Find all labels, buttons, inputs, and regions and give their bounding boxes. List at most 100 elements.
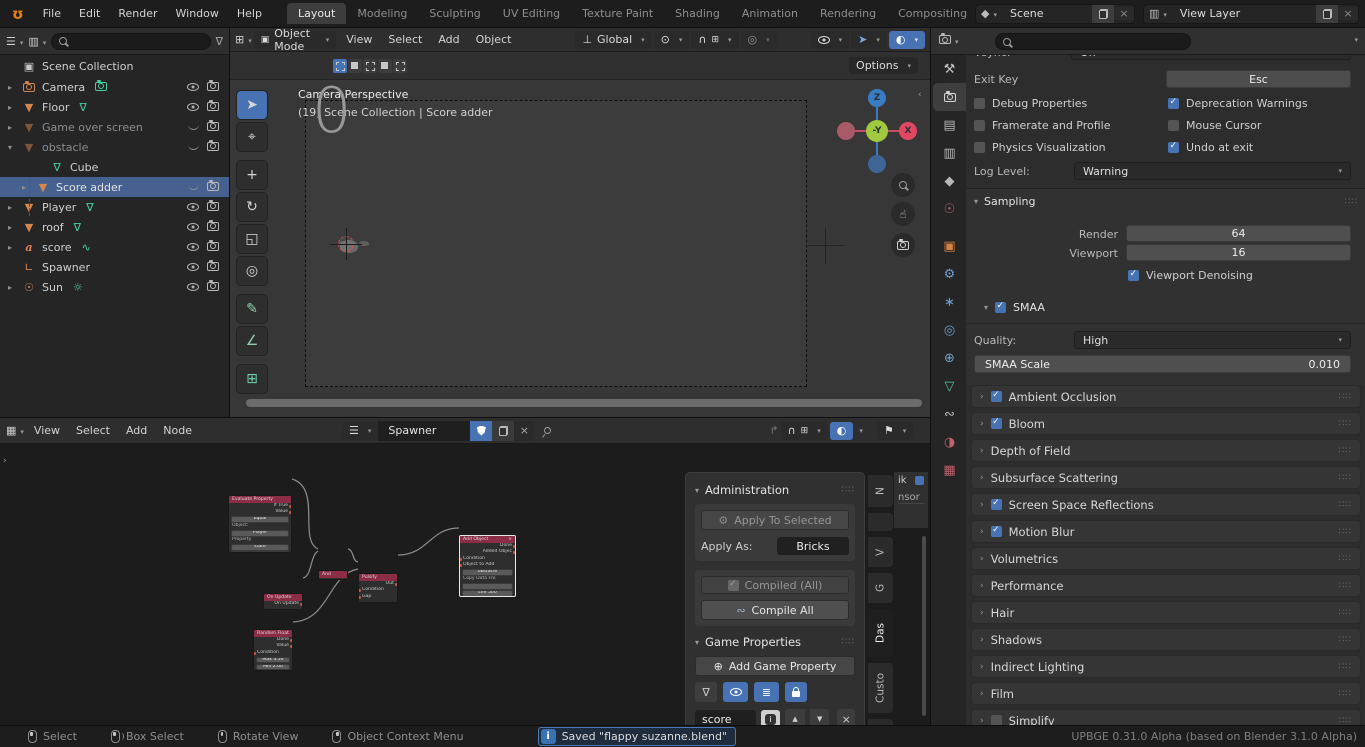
outliner-row[interactable]: ▸ ▼ Game over screen bbox=[0, 117, 229, 137]
tab-scene[interactable]: ◆ bbox=[933, 167, 966, 195]
n-panel-tab[interactable]: Das bbox=[868, 608, 894, 658]
menu-item[interactable]: Select bbox=[380, 33, 430, 46]
outliner-row[interactable]: ▸ ▼ Score adder bbox=[0, 177, 229, 197]
tab-physics[interactable]: ◎ bbox=[933, 316, 966, 344]
expander-icon[interactable]: ▸ bbox=[8, 123, 20, 132]
object-name[interactable]: Score adder bbox=[56, 181, 122, 194]
tab-texture[interactable]: ▦ bbox=[933, 456, 966, 484]
filter-icon[interactable]: ∇ bbox=[695, 682, 717, 702]
menu-item[interactable]: Select bbox=[68, 424, 118, 437]
drag-grip[interactable]: ∷∷ bbox=[1339, 635, 1352, 645]
options-dropdown[interactable]: Options▾ bbox=[849, 57, 918, 74]
checkbox-row[interactable]: Mouse Cursor bbox=[1168, 119, 1359, 132]
n-panel-tab[interactable]: V bbox=[868, 536, 894, 568]
tab-particles[interactable]: ∗ bbox=[933, 288, 966, 316]
log-level-dropdown[interactable]: Warning▾ bbox=[1074, 162, 1351, 180]
disable-render-toggle[interactable] bbox=[207, 201, 219, 214]
checkbox-row[interactable]: Framerate and Profile bbox=[974, 119, 1168, 132]
close-icon[interactable]: × bbox=[508, 536, 512, 543]
hide-viewport-toggle[interactable] bbox=[187, 203, 199, 211]
display-mode-icon[interactable]: ▥▾ bbox=[28, 35, 46, 48]
disable-render-toggle[interactable] bbox=[207, 121, 219, 134]
move[interactable]: + bbox=[236, 160, 268, 190]
drag-grip[interactable]: ∷∷ bbox=[842, 485, 855, 495]
proportional-edit-toggle[interactable]: ◎▾ bbox=[741, 31, 777, 49]
checkbox-icon[interactable] bbox=[1168, 120, 1179, 131]
editor-type-icon[interactable]: ▦▾ bbox=[6, 424, 24, 437]
outliner-row[interactable]: ▸ Camera bbox=[0, 77, 229, 97]
panel-header[interactable]: › Simplify ∷∷ bbox=[971, 709, 1361, 725]
add-game-property-button[interactable]: ⊕Add Game Property bbox=[695, 656, 855, 676]
expander-icon[interactable]: ▸ bbox=[8, 223, 20, 232]
hide-viewport-toggle[interactable] bbox=[188, 184, 199, 190]
scene-collection-row[interactable]: ▣ Scene Collection bbox=[0, 55, 229, 77]
drag-grip[interactable]: ∷∷ bbox=[1339, 446, 1352, 456]
n-panel-tab[interactable] bbox=[868, 512, 894, 532]
gizmo-neg-z-axis[interactable] bbox=[868, 155, 886, 173]
workspace-tab[interactable]: Layout bbox=[287, 3, 346, 24]
select-intersect-button[interactable] bbox=[393, 59, 407, 73]
outliner-row[interactable]: ∟ Spawner bbox=[0, 257, 229, 277]
logic-node-editor[interactable]: ▦▾ ViewSelectAddNode ☰▾ Spawner × ↱ ∩⊞▾ … bbox=[0, 417, 930, 725]
smaa-quality-dropdown[interactable]: High▾ bbox=[1074, 331, 1351, 349]
tab-object-data[interactable]: ▽ bbox=[933, 372, 966, 400]
logic-node[interactable]: Add Object× DoneAdded ObjecConditionObje… bbox=[459, 535, 516, 597]
zoom-button[interactable] bbox=[891, 173, 915, 197]
viewport-samples-field[interactable]: 16 bbox=[1126, 244, 1351, 261]
hide-viewport-toggle[interactable] bbox=[187, 243, 199, 251]
panel-header[interactable]: › Volumetrics ∷∷ bbox=[971, 547, 1361, 570]
panel-header[interactable]: › Hair ∷∷ bbox=[971, 601, 1361, 624]
workspace-tab[interactable]: Modeling bbox=[346, 3, 418, 24]
compiled-all-toggle[interactable]: Compiled (All) bbox=[701, 576, 849, 594]
smaa-subpanel-header[interactable]: ▾SMAA bbox=[984, 301, 1045, 314]
node-socket-row[interactable]: Min 2.00 bbox=[256, 664, 290, 670]
node-socket-row[interactable]: Object to Add bbox=[460, 562, 515, 568]
node-socket-row[interactable]: Max 3.50 bbox=[256, 657, 290, 663]
scrollbar[interactable] bbox=[922, 536, 926, 716]
node-tree-name[interactable]: Spawner bbox=[378, 421, 470, 441]
outliner-row[interactable]: ▸ ▼ Player ∇ bbox=[0, 197, 229, 217]
object-name[interactable]: Sun bbox=[42, 281, 63, 294]
lock-icon[interactable] bbox=[785, 682, 807, 702]
menu-item[interactable]: Node bbox=[155, 424, 200, 437]
menu-item[interactable]: Edit bbox=[70, 7, 109, 20]
expander-icon[interactable]: ▸ bbox=[8, 203, 20, 212]
object-name[interactable]: obstacle bbox=[42, 141, 88, 154]
workspace-tab[interactable]: Rendering bbox=[809, 3, 887, 24]
node-socket-row[interactable]: Player bbox=[231, 530, 289, 536]
property-name-field[interactable]: score bbox=[695, 710, 756, 726]
panel-header[interactable]: › Performance ∷∷ bbox=[971, 574, 1361, 597]
remove-view-layer-button[interactable]: × bbox=[1338, 7, 1358, 20]
add-cube[interactable]: ⊞ bbox=[236, 364, 268, 394]
pan-button[interactable]: ☝ bbox=[891, 202, 915, 226]
tab-constraints[interactable]: ⊕ bbox=[933, 344, 966, 372]
editor-type-icon[interactable]: ⊞▾ bbox=[235, 33, 252, 46]
node-socket-row[interactable]: Copy Data Fro bbox=[460, 576, 515, 582]
menu-item[interactable]: View bbox=[338, 33, 380, 46]
checkbox-row[interactable]: Physics Visualization bbox=[974, 141, 1168, 154]
drag-grip[interactable]: ∷∷ bbox=[1339, 581, 1352, 591]
object-name[interactable]: roof bbox=[42, 221, 64, 234]
panel-header[interactable]: › Bloom ∷∷ bbox=[971, 412, 1361, 435]
tweak-select[interactable]: ➤ bbox=[236, 90, 268, 120]
tab-render[interactable] bbox=[933, 83, 966, 111]
expander-icon[interactable]: ▸ bbox=[22, 183, 34, 192]
node-socket-row[interactable]: Equal bbox=[231, 516, 289, 522]
disable-render-toggle[interactable] bbox=[207, 141, 219, 154]
show-properties-eye-icon[interactable] bbox=[723, 682, 748, 702]
hide-viewport-toggle[interactable] bbox=[187, 223, 199, 231]
disable-render-toggle[interactable] bbox=[207, 181, 219, 194]
expander-icon[interactable]: ▸ bbox=[8, 83, 20, 92]
menu-item[interactable]: Help bbox=[228, 7, 271, 20]
menu-item[interactable]: Object bbox=[468, 33, 520, 46]
outliner-search-input[interactable] bbox=[51, 33, 210, 50]
checkbox-row[interactable]: Undo at exit bbox=[1168, 141, 1359, 154]
object-name[interactable]: Player bbox=[42, 201, 76, 214]
snap-toggle[interactable]: ∩⊞▾ bbox=[691, 31, 738, 49]
disable-render-toggle[interactable] bbox=[207, 241, 219, 254]
select-new-button[interactable] bbox=[333, 59, 347, 73]
menu-item[interactable]: Window bbox=[167, 7, 228, 20]
workspace-tab[interactable]: Compositing bbox=[887, 3, 978, 24]
object-visibility-dropdown[interactable]: ▾ bbox=[811, 31, 850, 49]
node-canvas[interactable]: Evaluate Property× If TrueValueEqualObje… bbox=[0, 444, 930, 726]
